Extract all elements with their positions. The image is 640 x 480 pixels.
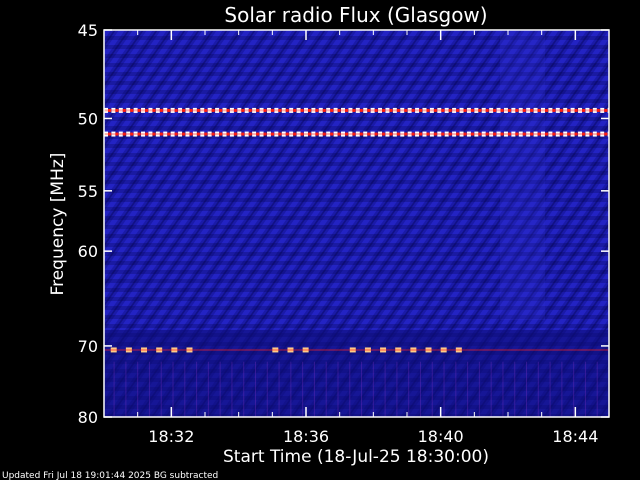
rfi-dash-hot [612, 109, 615, 112]
rfi-band [104, 133, 609, 136]
y-tick-label: 80 [78, 408, 98, 427]
x-tick-label: 18:32 [148, 427, 194, 446]
y-axis-label: Frequency [MHz] [48, 153, 68, 296]
rfi-band [104, 109, 609, 112]
rfi-band [104, 348, 609, 351]
x-tick-label: 18:44 [552, 427, 598, 446]
y-tick-label: 70 [78, 337, 98, 356]
y-tick-label: 45 [78, 21, 98, 40]
y-tick-label: 60 [78, 242, 98, 261]
plot-overlay [104, 30, 615, 417]
x-tick-label: 18:40 [418, 427, 464, 446]
y-tick-label: 50 [78, 109, 98, 128]
rfi-dash-hot [612, 133, 615, 136]
spectrogram-chart: Solar radio Flux (Glasgow) Start Time (1… [2, 3, 615, 480]
x-axis-label: Start Time (18-Jul-25 18:30:00) [223, 447, 489, 467]
chart-title: Solar radio Flux (Glasgow) [224, 3, 487, 27]
x-tick-label: 18:36 [283, 427, 329, 446]
footer-status: Updated Fri Jul 18 19:01:44 2025 BG subt… [2, 471, 218, 480]
y-tick-label: 55 [78, 182, 98, 201]
